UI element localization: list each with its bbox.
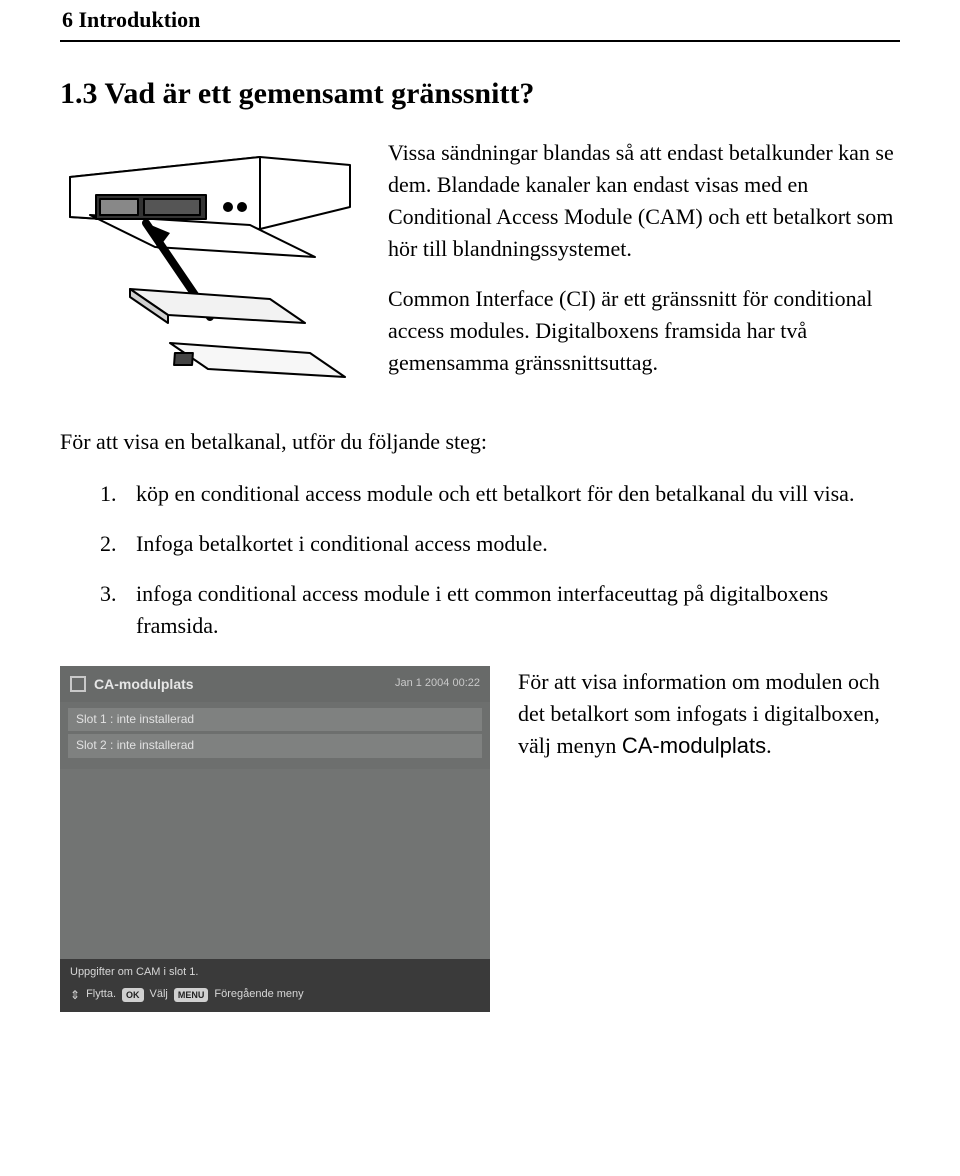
steps-lead: För att visa en betalkanal, utför du föl… <box>60 426 900 458</box>
ui-hint: Uppgifter om CAM i slot 1. <box>70 965 480 981</box>
menu-badge: MENU <box>174 988 209 1002</box>
intro-paragraph-2: Common Interface (CI) är ett gränssnitt … <box>388 283 900 379</box>
ui-title: CA-modulplats <box>70 674 194 694</box>
updown-icon: ⇕ <box>70 987 80 1004</box>
ok-badge: OK <box>122 988 144 1002</box>
key-back-label: Föregående meny <box>214 987 303 1003</box>
device-illustration <box>60 137 360 406</box>
intro-paragraph-1: Vissa sändningar blandas så att endast b… <box>388 137 900 265</box>
slot-row[interactable]: Slot 2 : inte installerad <box>68 734 482 757</box>
ui-keys-row: ⇕ Flytta. OK Välj MENU Föregående meny <box>70 987 480 1004</box>
steps-list: köp en conditional access module och ett… <box>100 478 900 642</box>
page-header: 6 Introduktion <box>60 0 900 42</box>
slot-row[interactable]: Slot 1 : inte installerad <box>68 708 482 731</box>
section-title: 1.3 Vad är ett gemensamt gränssnitt? <box>60 72 900 116</box>
key-select-label: Välj <box>150 987 168 1003</box>
key-move-label: Flytta. <box>86 987 116 1003</box>
step-item: infoga conditional access module i ett c… <box>100 578 900 642</box>
info-paragraph: För att visa information om modulen och … <box>518 666 900 762</box>
ui-datetime: Jan 1 2004 00:22 <box>395 676 480 692</box>
info-text-after: . <box>766 733 772 758</box>
ui-title-text: CA-modulplats <box>94 674 194 694</box>
ui-screenshot: CA-modulplats Jan 1 2004 00:22 Slot 1 : … <box>60 666 490 1012</box>
ui-body-area <box>60 769 490 959</box>
square-icon <box>70 676 86 692</box>
step-item: köp en conditional access module och ett… <box>100 478 900 510</box>
step-item: Infoga betalkortet i conditional access … <box>100 528 900 560</box>
menu-name: CA-modulplats <box>622 733 766 758</box>
